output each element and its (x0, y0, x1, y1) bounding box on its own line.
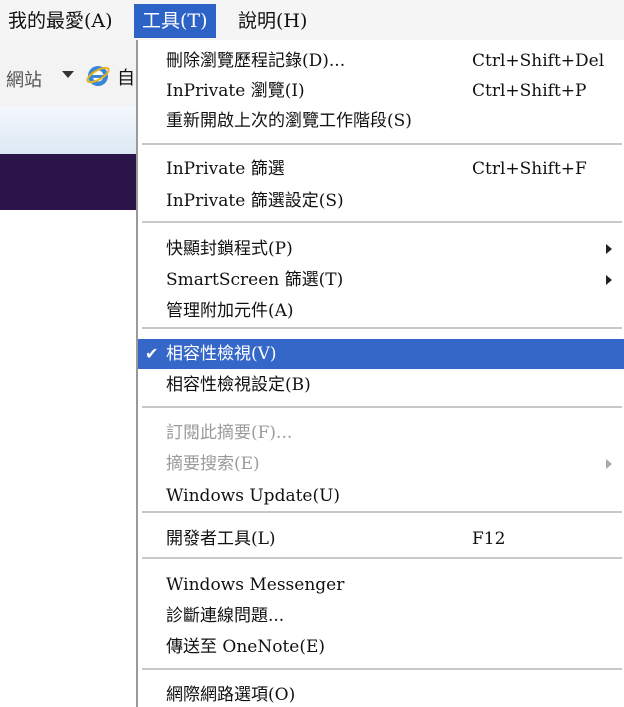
menu-item-label: 管理附加元件(A) (166, 301, 294, 321)
menu-item[interactable]: InPrivate 瀏覽(I) Ctrl+Shift+P (138, 76, 624, 106)
menu-item-label: SmartScreen 篩選(T) (166, 270, 344, 290)
menu-separator (142, 221, 622, 223)
web-slice-gallery-label[interactable]: 網站 (6, 66, 42, 92)
menu-separator (142, 668, 622, 670)
menu-item-label: 診斷連線問題... (166, 606, 285, 626)
menu-item[interactable]: InPrivate 篩選 Ctrl+Shift+F (138, 154, 624, 184)
menu-separator (142, 143, 622, 145)
menu-item-label: 快顯封鎖程式(P) (166, 239, 293, 259)
menu-item[interactable]: SmartScreen 篩選(T) (138, 265, 624, 295)
menu-item-label: InPrivate 篩選 (166, 159, 285, 179)
menu-item[interactable]: 相容性檢視設定(B) (138, 370, 624, 400)
submenu-arrow-icon (606, 459, 612, 469)
menu-item[interactable]: 快顯封鎖程式(P) (138, 234, 624, 264)
menu-item-label: 摘要搜索(E) (166, 454, 260, 474)
menu-help[interactable]: 說明(H) (230, 4, 315, 38)
menu-item-label: InPrivate 瀏覽(I) (166, 81, 305, 101)
menu-tools[interactable]: 工具(T) (134, 4, 216, 38)
chevron-down-icon[interactable] (62, 71, 74, 78)
menu-separator (142, 511, 622, 513)
menu-item-label: 刪除瀏覽歷程記錄(D)... (166, 51, 346, 71)
menu-item-label: 傳送至 OneNote(E) (166, 637, 326, 657)
favorites-item-label[interactable]: 自 (117, 64, 135, 90)
menu-item-label: InPrivate 篩選設定(S) (166, 191, 344, 211)
menu-item-label: 開發者工具(L) (166, 529, 276, 549)
menu-item[interactable]: 管理附加元件(A) (138, 296, 624, 326)
menu-separator (142, 406, 622, 408)
menu-item-label: 訂閱此摘要(F)... (166, 423, 293, 443)
menu-item-shortcut: Ctrl+Shift+Del (472, 51, 605, 71)
menu-item: 摘要搜索(E) (138, 449, 624, 479)
menu-item-shortcut: Ctrl+Shift+F (472, 159, 587, 179)
menu-bar: 我的最愛(A) 工具(T) 說明(H) (0, 0, 624, 40)
internet-explorer-icon[interactable] (85, 63, 111, 89)
menu-item[interactable]: 網際網路選項(O) (138, 680, 624, 707)
menu-favorites[interactable]: 我的最愛(A) (0, 4, 121, 38)
submenu-arrow-icon (606, 244, 612, 254)
menu-item-label: Windows Messenger (166, 575, 345, 595)
command-bar (0, 106, 138, 154)
menu-item[interactable]: Windows Update(U) (138, 481, 624, 511)
menu-item: 訂閱此摘要(F)... (138, 418, 624, 448)
menu-item-label: Windows Update(U) (166, 486, 341, 506)
submenu-arrow-icon (606, 275, 612, 285)
menu-separator (142, 327, 622, 329)
menu-item-label: 重新開啟上次的瀏覽工作階段(S) (166, 111, 412, 131)
menu-item-label: 相容性檢視設定(B) (166, 375, 311, 395)
menu-separator (142, 557, 622, 559)
menu-item[interactable]: 刪除瀏覽歷程記錄(D)... Ctrl+Shift+Del (138, 46, 624, 76)
menu-item[interactable]: InPrivate 篩選設定(S) (138, 186, 624, 216)
menu-item-label: 網際網路選項(O) (166, 685, 296, 705)
menu-item[interactable]: 重新開啟上次的瀏覽工作階段(S) (138, 106, 624, 136)
menu-item[interactable]: 傳送至 OneNote(E) (138, 632, 624, 662)
menu-item[interactable]: 診斷連線問題... (138, 601, 624, 631)
menu-item-label: 相容性檢視(V) (166, 344, 277, 364)
checkmark-icon: ✔ (145, 344, 159, 363)
menu-item[interactable]: Windows Messenger (138, 570, 624, 600)
page-header-band (0, 154, 138, 210)
tools-dropdown-menu: 刪除瀏覽歷程記錄(D)... Ctrl+Shift+Del InPrivate 瀏覽… (136, 40, 624, 707)
menu-item-shortcut: F12 (472, 529, 506, 549)
menu-item-shortcut: Ctrl+Shift+P (472, 81, 587, 101)
menu-item[interactable]: 開發者工具(L) F12 (138, 524, 624, 554)
menu-item[interactable]: ✔ 相容性檢視(V) (138, 339, 624, 369)
